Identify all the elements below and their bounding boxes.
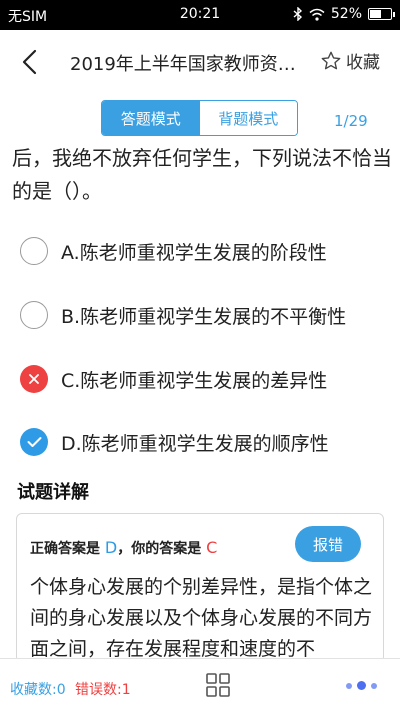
- option-label: D.陈老师重视学生发展的顺序性: [61, 432, 329, 455]
- battery-icon: [368, 8, 395, 20]
- option-label: C.陈老师重视学生发展的差异性: [61, 369, 328, 392]
- tab-memorize-mode[interactable]: 背题模式: [199, 101, 297, 135]
- tab-answer-mode[interactable]: 答题模式: [102, 101, 200, 135]
- option-c[interactable]: C.陈老师重视学生发展的差异性: [20, 362, 327, 396]
- battery-percent: 52%: [330, 6, 362, 22]
- status-indicators: 52%: [293, 6, 395, 22]
- radio-unselected-icon: [20, 301, 48, 329]
- favorite-button[interactable]: 收藏: [320, 48, 380, 73]
- errors-count[interactable]: 错误数:1: [75, 679, 131, 699]
- mode-switch: 答题模式 背题模式: [101, 100, 298, 136]
- wrong-mark-icon: [20, 365, 48, 393]
- explanation-text: 个体身心发展的个别差异性，是指个体之间的身心发展以及个体身心发展的不同方面之间，…: [30, 576, 373, 660]
- bluetooth-icon: [293, 7, 302, 21]
- option-b[interactable]: B.陈老师重视学生发展的不平衡性: [20, 298, 346, 332]
- back-arrow-icon[interactable]: [14, 46, 46, 78]
- your-answer-prefix: 你的答案是: [131, 541, 202, 557]
- star-icon: [321, 51, 341, 69]
- question-grid-icon[interactable]: [206, 673, 230, 697]
- answer-separator: ，: [117, 541, 132, 557]
- report-error-button[interactable]: 报错: [295, 526, 361, 562]
- option-label: B.陈老师重视学生发展的不平衡性: [61, 305, 347, 328]
- favorite-label: 收藏: [346, 53, 380, 73]
- your-answer: C: [206, 538, 218, 557]
- correct-answer-prefix: 正确答案是: [30, 541, 100, 557]
- answer-summary: 正确答案是 D，你的答案是 C: [30, 538, 217, 558]
- explanation-card: 正确答案是 D，你的答案是 C 报错 个体身心发展的个别差异性，是指个体之间的身…: [16, 513, 384, 663]
- nav-bar: 2019年上半年国家教师资… 收藏: [0, 30, 400, 94]
- favorites-count[interactable]: 收藏数:0: [10, 679, 66, 699]
- checkmark-icon: [20, 428, 48, 456]
- question-progress: 1/29: [334, 112, 368, 130]
- question-text: 后，我绝不放弃任何学生，下列说法不恰当的是（）。: [12, 146, 392, 203]
- wifi-icon: [309, 8, 325, 21]
- option-a[interactable]: A.陈老师重视学生发展的阶段性: [20, 234, 327, 268]
- correct-answer: D: [104, 538, 118, 557]
- radio-unselected-icon: [20, 237, 48, 265]
- option-label: A.陈老师重视学生发展的阶段性: [61, 241, 327, 264]
- option-d[interactable]: D.陈老师重视学生发展的顺序性: [20, 425, 329, 459]
- page-title: 2019年上半年国家教师资…: [70, 54, 296, 75]
- detail-heading: 试题详解: [17, 482, 89, 503]
- status-bar: 无SIM 20:21 52%: [0, 0, 400, 30]
- more-menu-icon[interactable]: [346, 681, 377, 690]
- bottom-bar: 收藏数:0 错误数:1: [0, 658, 400, 711]
